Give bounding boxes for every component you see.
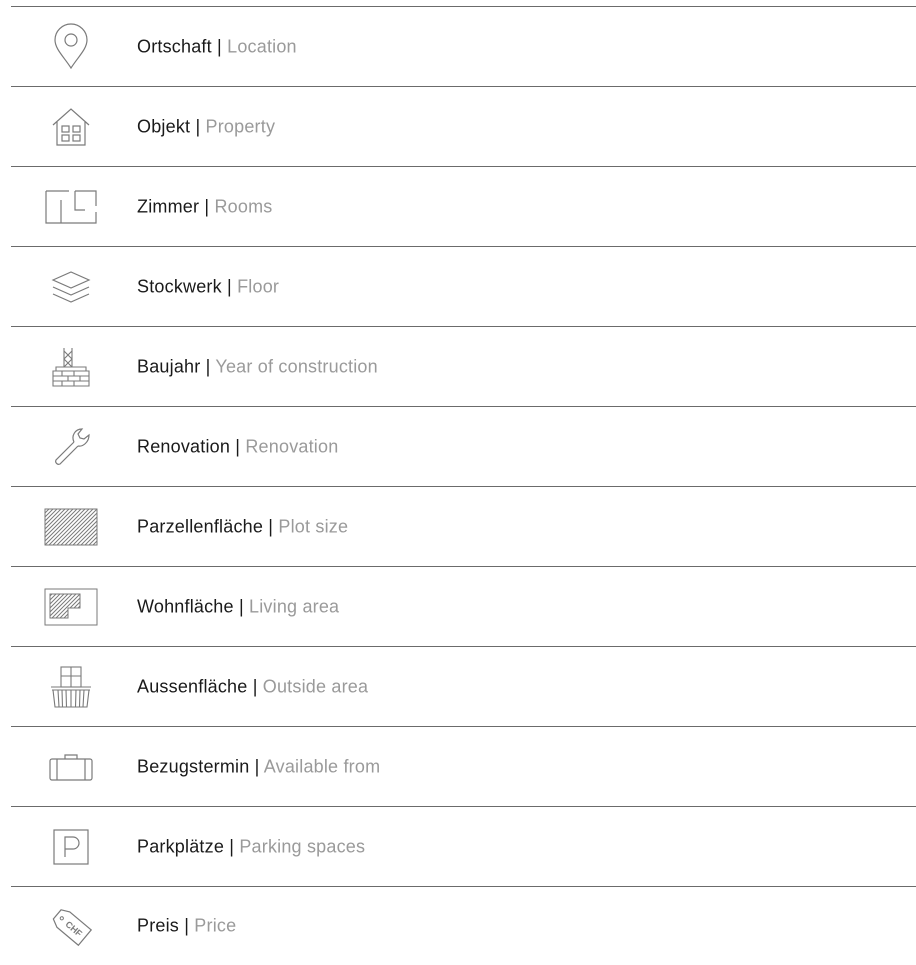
label-separator: |	[252, 676, 263, 696]
parking-icon	[41, 817, 101, 877]
list-item-parking-spaces: Parkplätze | Parking spaces	[11, 806, 916, 886]
label-de: Objekt	[137, 116, 191, 136]
label-separator: |	[254, 756, 264, 776]
layers-icon	[41, 257, 101, 317]
label-en: Property	[205, 116, 276, 136]
list-item-price: CHF Preis | Price	[11, 886, 916, 965]
label-en: Outside area	[262, 676, 369, 696]
list-item-outside-area: Aussenfläche | Outside area	[11, 646, 916, 726]
floorplan-rooms-icon	[41, 177, 101, 237]
label-de: Bezugstermin	[137, 756, 250, 776]
living-area-icon	[41, 577, 101, 637]
price-tag-icon: CHF	[41, 896, 101, 956]
label-separator: |	[227, 276, 238, 296]
label-de: Renovation	[137, 436, 231, 456]
label-de: Baujahr	[137, 356, 201, 376]
label-en: Living area	[249, 596, 340, 616]
location-pin-icon	[41, 17, 101, 77]
label-en: Available from	[263, 756, 381, 776]
list-item-floor: Stockwerk | Floor	[11, 246, 916, 326]
list-item-rooms: Zimmer | Rooms	[11, 166, 916, 246]
label-de: Parkplätze	[137, 836, 225, 856]
wrench-icon	[41, 417, 101, 477]
label-en: Rooms	[214, 196, 273, 216]
label-separator: |	[204, 196, 215, 216]
label-de: Aussenfläche	[137, 676, 248, 696]
label-de: Zimmer	[137, 196, 200, 216]
label-de: Wohnfläche	[137, 596, 234, 616]
label-en: Location	[227, 36, 297, 56]
label-separator: |	[235, 436, 246, 456]
label-separator: |	[229, 836, 240, 856]
list-item-property: Objekt | Property	[11, 86, 916, 166]
label-de: Preis	[137, 915, 180, 936]
suitcase-icon	[41, 737, 101, 797]
label-en: Parking spaces	[239, 836, 366, 856]
label-de: Parzellenfläche	[137, 516, 264, 536]
label-separator: |	[268, 516, 279, 536]
label-separator: |	[195, 116, 206, 136]
list-item-available-from: Bezugstermin | Available from	[11, 726, 916, 806]
property-features-list: Ortschaft | Location Objekt | Property Z…	[11, 6, 916, 965]
label-separator: |	[205, 356, 216, 376]
hatched-plot-icon	[41, 497, 101, 557]
label-de: Ortschaft	[137, 36, 212, 56]
list-item-location: Ortschaft | Location	[11, 6, 916, 86]
label-en: Floor	[237, 276, 280, 296]
list-item-renovation: Renovation | Renovation	[11, 406, 916, 486]
label-en: Year of construction	[215, 356, 378, 376]
list-item-year-of-construction: Baujahr | Year of construction	[11, 326, 916, 406]
label-en: Price	[194, 915, 237, 936]
balcony-icon	[41, 657, 101, 717]
label-de: Stockwerk	[137, 276, 222, 296]
label-separator: |	[217, 36, 228, 56]
construction-bricks-icon	[41, 337, 101, 397]
list-item-plot-size: Parzellenfläche | Plot size	[11, 486, 916, 566]
label-separator: |	[238, 596, 250, 616]
label-en: Plot size	[278, 516, 349, 536]
label-en: Renovation	[245, 436, 339, 456]
house-icon	[41, 97, 101, 157]
label-separator: |	[184, 915, 195, 936]
list-item-living-area: Wohnfläche | Living area	[11, 566, 916, 646]
